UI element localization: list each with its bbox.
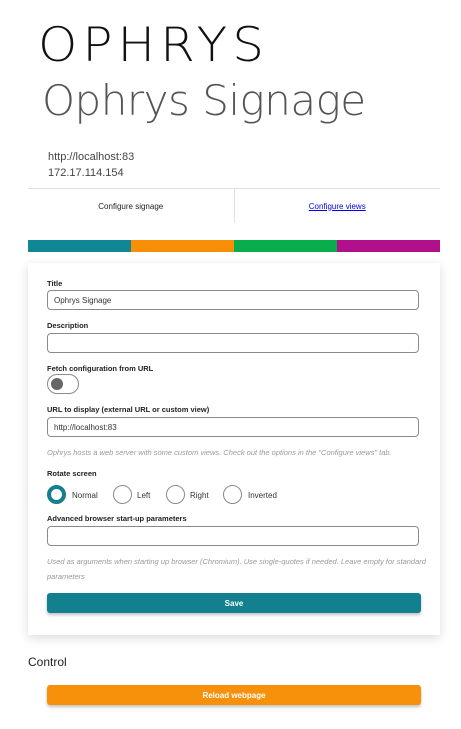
title-input[interactable]	[47, 290, 419, 310]
save-button-label: Save	[224, 598, 244, 608]
browser-params-label: Advanced browser start-up parameters	[47, 514, 187, 523]
rotate-inverted-radio[interactable]	[223, 485, 242, 504]
url-input[interactable]	[47, 417, 419, 437]
server-ip: 172.17.114.154	[48, 167, 124, 179]
save-button[interactable]: Save	[47, 593, 421, 613]
accent-segment-magenta	[337, 240, 440, 252]
title-label: Title	[47, 279, 63, 288]
accent-segment-green	[234, 240, 337, 252]
tab-bar: Configure signage Configure views	[28, 188, 440, 223]
tab-configure-views-link[interactable]: Configure views	[309, 202, 366, 211]
fetch-config-label: Fetch configuration from URL	[47, 364, 154, 373]
rotate-left-label[interactable]: Left	[137, 491, 150, 500]
url-help-text: Ophrys hosts a web server with some cust…	[47, 448, 392, 457]
fetch-config-toggle[interactable]	[47, 374, 79, 394]
server-url: http://localhost:83	[48, 151, 135, 163]
tab-configure-signage-label[interactable]: Configure signage	[98, 202, 163, 211]
toggle-knob	[51, 378, 63, 390]
accent-color-bar	[28, 240, 440, 252]
app-title: Ophrys Signage	[42, 76, 366, 125]
browser-params-input[interactable]	[47, 526, 419, 546]
control-section-title: Control	[28, 655, 67, 669]
rotate-left-radio[interactable]	[113, 485, 132, 504]
rotate-normal-radio[interactable]	[47, 485, 66, 504]
rotate-screen-label: Rotate screen	[47, 469, 97, 478]
logo: OPHRYS	[38, 17, 269, 73]
rotate-normal-label[interactable]: Normal	[72, 491, 98, 500]
rotate-right-radio[interactable]	[166, 485, 185, 504]
rotate-inverted-label[interactable]: Inverted	[248, 491, 277, 500]
reload-webpage-label: Reload webpage	[202, 690, 266, 700]
browser-params-help-text: Used as arguments when starting up brows…	[47, 557, 426, 581]
accent-segment-orange	[131, 240, 234, 252]
url-label: URL to display (external URL or custom v…	[47, 405, 210, 414]
reload-webpage-button[interactable]: Reload webpage	[47, 685, 421, 705]
description-input[interactable]	[47, 333, 419, 353]
description-label: Description	[47, 321, 89, 330]
accent-segment-teal	[28, 240, 131, 252]
tab-configure-views[interactable]: Configure views	[233, 189, 441, 223]
tab-configure-signage[interactable]: Configure signage	[28, 189, 234, 223]
rotate-right-label[interactable]: Right	[190, 491, 209, 500]
